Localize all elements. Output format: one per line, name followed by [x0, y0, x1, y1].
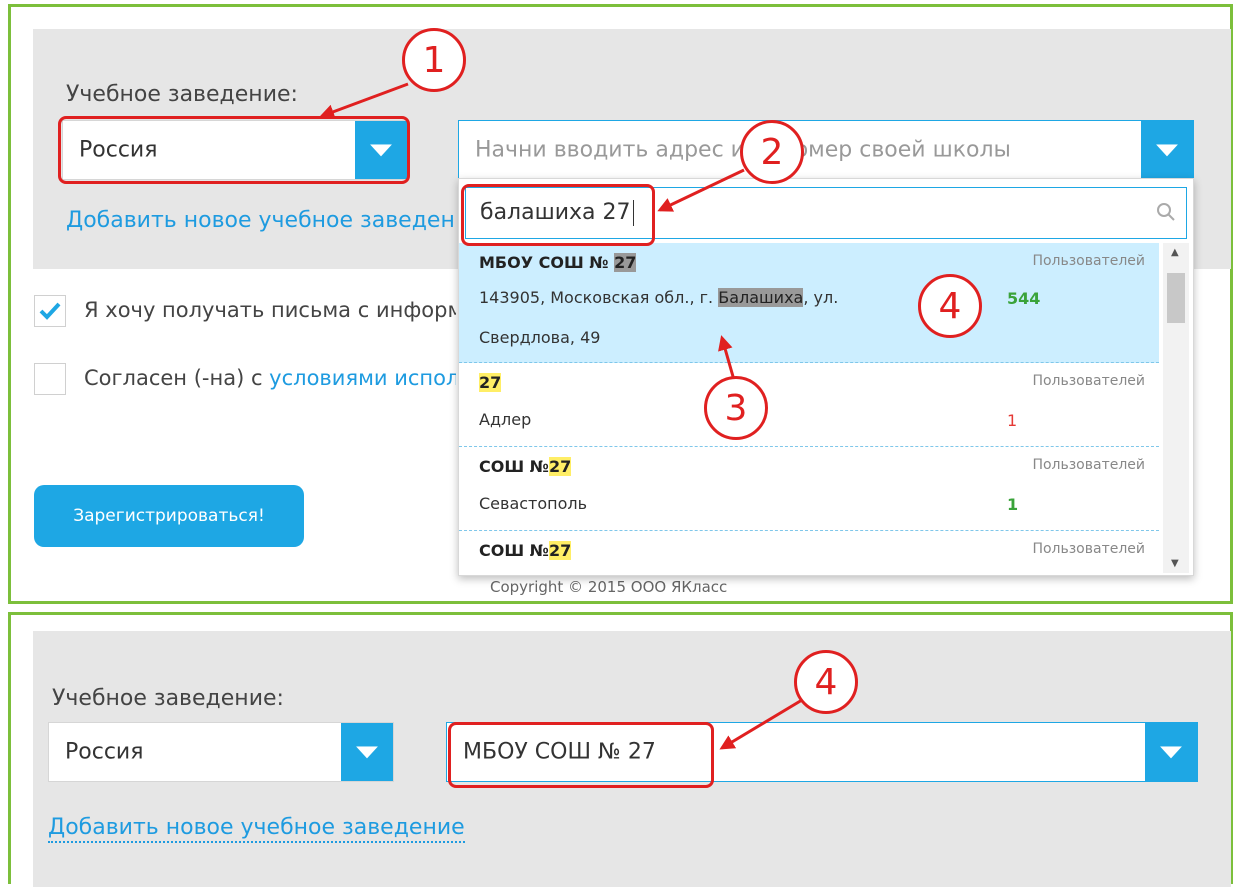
school-address-line2: Свердлова, 49	[479, 328, 601, 347]
dropdown-scrollbar[interactable]: ▲ ▼	[1163, 243, 1189, 573]
users-count: 1	[1007, 495, 1019, 514]
annotation-marker-4-bottom: 4	[794, 650, 858, 714]
newsletter-checkbox[interactable]	[34, 295, 66, 327]
school-address: Адлер	[479, 410, 532, 429]
school-dropdown-button[interactable]	[1145, 723, 1197, 781]
school-name: МБОУ СОШ № 27	[479, 253, 637, 272]
country-dropdown-button[interactable]	[341, 723, 393, 781]
add-school-link[interactable]: Добавить новое учебное заведение	[66, 208, 456, 233]
list-item[interactable]: СОШ №27 Пользователей Севастополь 1	[459, 447, 1159, 531]
chevron-down-icon	[1160, 746, 1182, 759]
scroll-up-icon[interactable]: ▲	[1171, 247, 1179, 258]
users-label: Пользователей	[1032, 373, 1145, 389]
add-school-link-wrap: Добавить новое учебное заведение	[66, 208, 456, 233]
school-name: СОШ №27	[479, 541, 572, 560]
newsletter-checkbox-label: Я хочу получать письма с информацией	[84, 298, 456, 322]
users-label: Пользователей	[1032, 541, 1145, 557]
school-dropdown-button[interactable]	[1141, 121, 1193, 179]
users-label: Пользователей	[1032, 253, 1145, 269]
chevron-down-icon	[356, 746, 378, 759]
users-label: Пользователей	[1032, 457, 1145, 473]
add-school-link[interactable]: Добавить новое учебное заведение	[48, 815, 465, 843]
country-select-value: Россия	[65, 739, 144, 765]
add-school-link-wrap: Добавить новое учебное заведение	[48, 815, 465, 843]
annotation-box-2	[461, 184, 655, 246]
copyright-text: Copyright © 2015 ООО ЯКласс	[490, 578, 728, 596]
school-address: 143905, Московская обл., г. Балашиха, ул…	[479, 288, 839, 307]
list-item[interactable]: МБОУ СОШ № 27 Пользователей 143905, Моск…	[459, 243, 1159, 363]
school-label: Учебное заведение:	[66, 82, 298, 107]
terms-checkbox[interactable]	[34, 363, 66, 395]
annotation-box-4	[448, 722, 714, 788]
annotation-marker-4: 4	[918, 274, 982, 338]
chevron-down-icon	[1156, 144, 1178, 157]
school-label: Учебное заведение:	[52, 686, 284, 711]
annotation-marker-3: 3	[704, 376, 768, 440]
country-select[interactable]: Россия	[48, 722, 394, 782]
school-name: СОШ №27	[479, 457, 572, 476]
school-select[interactable]: Начни вводить адрес или номер своей школ…	[458, 120, 1194, 180]
annotation-marker-2: 2	[740, 120, 804, 184]
school-name: 27	[479, 373, 502, 392]
annotation-box-1	[58, 116, 410, 184]
checkmark-icon	[39, 302, 61, 320]
register-button[interactable]: Зарегистрироваться!	[34, 485, 304, 547]
scrollbar-thumb[interactable]	[1167, 273, 1185, 323]
users-count: 1	[1007, 411, 1018, 430]
terms-link[interactable]: условиями использования	[269, 366, 456, 390]
list-item[interactable]: 27 Пользователей Адлер 1	[459, 363, 1159, 447]
scroll-down-icon[interactable]: ▼	[1171, 558, 1179, 569]
list-item[interactable]: СОШ №27 Пользователей	[459, 531, 1159, 575]
search-icon	[1157, 203, 1175, 221]
terms-text: Согласен (-на) с	[84, 366, 270, 390]
annotation-marker-1: 1	[402, 28, 466, 92]
terms-checkbox-label: Согласен (-на) с условиями использования	[84, 366, 456, 390]
users-count: 544	[1007, 289, 1041, 308]
school-address: Севастополь	[479, 494, 588, 513]
